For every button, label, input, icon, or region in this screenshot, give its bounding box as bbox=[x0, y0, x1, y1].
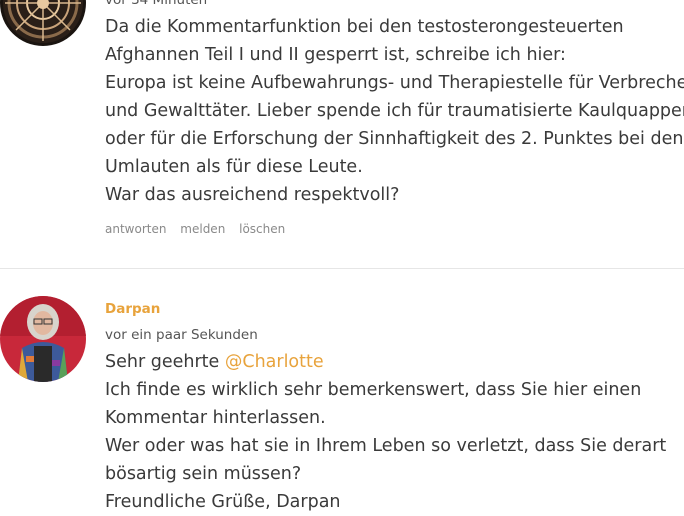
comment-line: Freundliche Grüße, Darpan bbox=[105, 492, 341, 512]
comment: vor 34 Minuten Da die Kommentarfunktion … bbox=[0, 0, 684, 260]
comment-divider bbox=[0, 268, 684, 269]
greeting-text: Sehr geehrte bbox=[105, 352, 225, 372]
comment-timestamp: vor 34 Minuten bbox=[105, 0, 208, 8]
comment-line: Ich finde es wirklich sehr bemerkenswert… bbox=[105, 380, 642, 400]
comment-line: Umlauten als für diese Leute. bbox=[105, 157, 363, 177]
comment-line: und Gewalttäter. Lieber spende ich für t… bbox=[105, 101, 684, 121]
comment-line: Kommentar hinterlassen. bbox=[105, 408, 326, 428]
rose-window-avatar-image bbox=[0, 0, 86, 46]
reply-link[interactable]: antworten bbox=[105, 222, 166, 236]
comment-actions: antworten melden löschen bbox=[105, 222, 295, 236]
avatar[interactable] bbox=[0, 0, 86, 46]
user-mention-link[interactable]: @Charlotte bbox=[225, 352, 324, 372]
comment-thread: vor 34 Minuten Da die Kommentarfunktion … bbox=[0, 0, 684, 516]
report-link[interactable]: melden bbox=[180, 222, 225, 236]
delete-link[interactable]: löschen bbox=[239, 222, 285, 236]
comment-line: Wer oder was hat sie in Ihrem Leben so v… bbox=[105, 436, 667, 456]
comment-line: Sehr geehrte @Charlotte bbox=[105, 348, 666, 376]
comment-author[interactable]: Darpan bbox=[105, 301, 160, 317]
comment-line: Europa ist keine Aufbewahrungs- und Ther… bbox=[105, 73, 684, 93]
comment-body: Da die Kommentarfunktion bei den testost… bbox=[105, 13, 684, 209]
comment-line: Afghannen Teil I und II gesperrt ist, sc… bbox=[105, 45, 566, 65]
comment: Darpan vor ein paar Sekunden Sehr geehrt… bbox=[0, 296, 684, 516]
person-avatar-image bbox=[0, 296, 86, 382]
avatar[interactable] bbox=[0, 296, 86, 382]
comment-line: bösartig sein müssen? bbox=[105, 464, 302, 484]
comment-line: oder für die Erforschung der Sinnhaftigk… bbox=[105, 129, 684, 149]
comment-timestamp: vor ein paar Sekunden bbox=[105, 327, 258, 343]
comment-line: Da die Kommentarfunktion bei den testost… bbox=[105, 17, 624, 37]
comment-body: Sehr geehrte @Charlotte Ich finde es wir… bbox=[105, 348, 666, 516]
comment-line: War das ausreichend respektvoll? bbox=[105, 185, 400, 205]
